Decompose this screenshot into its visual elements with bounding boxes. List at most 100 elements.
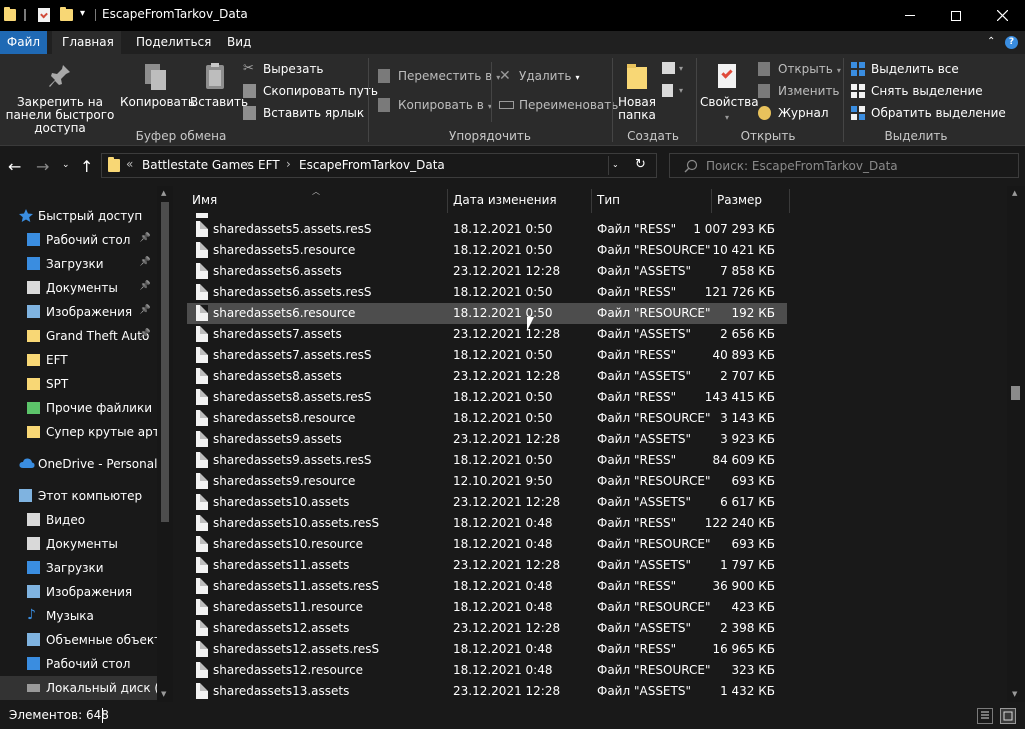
file-list-scrollbar-thumb[interactable] [1011, 386, 1020, 400]
nav-item[interactable]: Документы [0, 532, 157, 556]
file-row[interactable]: sharedassets6.resource 18.12.2021 0:50 Фай… [187, 303, 787, 324]
file-row[interactable]: sharedassets6.assets 23.12.2021 12:28 Файл… [187, 261, 787, 282]
file-row[interactable]: sharedassets9.resource 12.10.2021 9:50 Фай… [187, 471, 787, 492]
minimize-button[interactable] [887, 0, 933, 31]
properties-quick-icon[interactable] [38, 8, 50, 22]
nav-item[interactable]: ♪ Музыка [0, 604, 157, 628]
nav-item[interactable]: Объемные объекты [0, 628, 157, 652]
scroll-up-icon[interactable]: ▲ [1012, 189, 1017, 197]
file-row[interactable]: sharedassets10.assets.resS 18.12.2021 0:4… [187, 513, 787, 534]
column-header-type[interactable]: Тип [591, 186, 711, 213]
nav-item[interactable]: Загрузки [0, 556, 157, 580]
nav-scroll-down-icon[interactable]: ▼ [161, 690, 166, 698]
rename-button[interactable]: Переименовать [499, 96, 618, 114]
file-row[interactable]: sharedassets9.assets 23.12.2021 12:28 Файл… [187, 429, 787, 450]
up-button[interactable]: ↑ [80, 157, 93, 176]
copy-to-button[interactable]: Копировать в ▾ [378, 96, 492, 114]
back-button[interactable]: ← [8, 157, 21, 176]
file-row[interactable]: sharedassets10.assets 23.12.2021 12:28 Фай… [187, 492, 787, 513]
search-input[interactable] [706, 158, 1006, 174]
details-view-button[interactable] [977, 708, 993, 724]
tab-view[interactable]: Вид [217, 31, 261, 54]
nav-item[interactable]: Загрузки 📌 [0, 252, 157, 276]
select-none-button[interactable]: Снять выделение [851, 82, 983, 100]
tab-home[interactable]: Главная [52, 31, 121, 54]
close-button[interactable] [979, 0, 1025, 31]
breadcrumb-overflow[interactable]: « [126, 157, 133, 171]
ribbon-collapse-icon[interactable]: ⌃ [987, 36, 995, 47]
help-icon[interactable]: ? [1005, 36, 1018, 49]
file-row[interactable]: sharedassets5.resource 18.12.2021 0:50 Фай… [187, 240, 787, 261]
nav-item[interactable]: Рабочий стол [0, 652, 157, 676]
nav-item[interactable]: Документы 📌 [0, 276, 157, 300]
file-row[interactable]: sharedassets8.assets.resS 18.12.2021 0:50… [187, 387, 787, 408]
file-list-scrollbar[interactable]: ▲ ▼ [1007, 186, 1025, 702]
new-item-icon[interactable]: ▾ [662, 62, 686, 76]
file-row[interactable]: sharedassets10.resource 18.12.2021 0:48 Фа… [187, 534, 787, 555]
select-all-button[interactable]: Выделить все [851, 60, 959, 78]
copy-button[interactable]: Копировать [120, 62, 195, 109]
file-row[interactable]: sharedassets7.assets.resS 18.12.2021 0:50… [187, 345, 787, 366]
forward-button[interactable]: → [36, 157, 49, 176]
move-to-button[interactable]: Переместить в ▾ [378, 67, 500, 85]
file-row[interactable]: sharedassets11.assets 23.12.2021 12:28 Фай… [187, 555, 787, 576]
copy-path-button[interactable]: Скопировать путь [243, 82, 378, 100]
breadcrumb-separator[interactable]: › [286, 157, 291, 171]
pin-quick-access-button[interactable]: Закрепить на панели быстрого доступа [2, 62, 118, 135]
file-row[interactable]: sharedassets9.assets.resS 18.12.2021 0:50… [187, 450, 787, 471]
tab-share[interactable]: Поделиться [126, 31, 221, 54]
open-button[interactable]: Открыть ▾ [758, 60, 841, 78]
breadcrumb-separator[interactable]: › [246, 157, 251, 171]
file-row[interactable]: sharedassets7.assets 23.12.2021 12:28 Файл… [187, 324, 787, 345]
tab-file[interactable]: Файл [0, 31, 47, 54]
file-row[interactable]: sharedassets5.assets.resS 18.12.2021 0:50… [187, 219, 787, 240]
column-header-date[interactable]: Дата изменения [447, 186, 591, 213]
edit-button[interactable]: Изменить [758, 82, 840, 100]
column-header-size[interactable]: Размер [711, 186, 789, 213]
nav-item[interactable]: Изображения [0, 580, 157, 604]
file-row[interactable]: sharedassets11.resource 18.12.2021 0:48 Фа… [187, 597, 787, 618]
file-row[interactable]: sharedassets8.resource 18.12.2021 0:50 Фай… [187, 408, 787, 429]
address-history-dropdown[interactable]: ⌄ [612, 160, 619, 169]
file-row[interactable]: sharedassets6.assets.resS 18.12.2021 0:50… [187, 282, 787, 303]
maximize-button[interactable] [933, 0, 979, 31]
file-row[interactable]: sharedassets13.assets 23.12.2021 12:28 Фай… [187, 681, 787, 702]
new-folder-quick-icon[interactable] [60, 7, 73, 21]
quick-access-dropdown-icon[interactable]: ▾ [80, 8, 85, 19]
properties-button[interactable]: Свойства ▾ [700, 62, 759, 124]
file-row[interactable]: sharedassets12.assets 23.12.2021 12:28 Фай… [187, 618, 787, 639]
history-button[interactable]: Журнал [758, 104, 829, 122]
nav-item[interactable]: Grand Theft Auto 📌 [0, 324, 157, 348]
nav-item[interactable]: Супер крутые арты [0, 420, 157, 444]
file-row[interactable]: sharedassets12.resource 18.12.2021 0:48 Фа… [187, 660, 787, 681]
nav-item[interactable]: OneDrive - Personal [0, 452, 157, 476]
easy-access-icon[interactable]: ▾ [662, 84, 686, 98]
search-box[interactable] [669, 153, 1019, 178]
delete-button[interactable]: ✕ Удалить ▾ [499, 67, 580, 85]
nav-scrollbar[interactable]: ▲ ▼ [157, 186, 173, 702]
nav-item[interactable]: Рабочий стол 📌 [0, 228, 157, 252]
cut-button[interactable]: ✂ Вырезать [243, 60, 324, 78]
breadcrumb-escape-data[interactable]: EscapeFromTarkov_Data [299, 158, 445, 172]
paste-shortcut-button[interactable]: Вставить ярлык [243, 104, 364, 122]
nav-item[interactable]: EFT [0, 348, 157, 372]
nav-item[interactable]: Изображения 📌 [0, 300, 157, 324]
nav-item[interactable]: Прочие файлики [0, 396, 157, 420]
large-icons-view-button[interactable] [1000, 708, 1016, 724]
nav-scroll-up-icon[interactable]: ▲ [161, 189, 166, 197]
nav-item[interactable]: SPT [0, 372, 157, 396]
file-row[interactable]: sharedassets8.assets 23.12.2021 12:28 Файл… [187, 366, 787, 387]
new-folder-button[interactable]: Новая папка [616, 62, 658, 122]
column-divider[interactable] [789, 189, 790, 213]
nav-scrollbar-thumb[interactable] [161, 202, 169, 522]
refresh-icon[interactable]: ↻ [635, 157, 646, 172]
nav-item[interactable]: Видео [0, 508, 157, 532]
file-row[interactable]: sharedassets12.assets.resS 18.12.2021 0:4… [187, 639, 787, 660]
address-box[interactable]: « Battlestate Games › EFT › EscapeFromTa… [101, 153, 657, 178]
invert-selection-button[interactable]: Обратить выделение [851, 104, 1006, 122]
scroll-down-icon[interactable]: ▼ [1012, 690, 1017, 698]
file-row[interactable]: sharedassets11.assets.resS 18.12.2021 0:4… [187, 576, 787, 597]
breadcrumb-battlestate[interactable]: Battlestate Games [142, 158, 254, 172]
nav-item[interactable]: Этот компьютер [0, 484, 157, 508]
column-header-name[interactable]: Имя [186, 186, 447, 213]
